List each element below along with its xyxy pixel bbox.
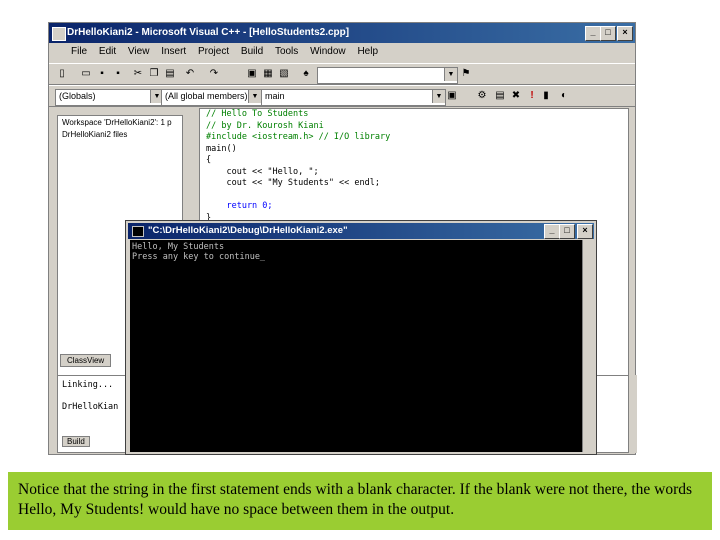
- tab-build[interactable]: Build: [62, 436, 90, 447]
- menu-edit[interactable]: Edit: [99, 43, 116, 61]
- chevron-down-icon[interactable]: ▼: [444, 68, 457, 81]
- redo-icon[interactable]: ↷: [207, 67, 221, 81]
- minimize-button[interactable]: _: [585, 26, 601, 41]
- find-combo[interactable]: ▼: [317, 67, 458, 84]
- undo-icon[interactable]: ↶: [183, 67, 197, 81]
- output-scrollbar[interactable]: [629, 375, 637, 453]
- console-icon[interactable]: [132, 226, 144, 237]
- output-line: DrHelloKian: [62, 402, 119, 412]
- scope-combo[interactable]: (Globals) ▼: [55, 89, 164, 106]
- menu-help[interactable]: Help: [357, 43, 378, 61]
- menu-window[interactable]: Window: [310, 43, 346, 61]
- code-line: cout << "My Students" << endl;: [206, 178, 380, 188]
- output-line: Linking...: [62, 380, 114, 390]
- ide-title: DrHelloKiani2 - Microsoft Visual C++ - […: [67, 27, 350, 38]
- standard-toolbar: ▯ ▭ ▪ ▪ ✂ ❐ ▤ ↶ ↷ ▣ ▦ ▧ ♠ ▼ ⚑: [49, 63, 635, 85]
- menu-view[interactable]: View: [128, 43, 150, 61]
- maximize-button[interactable]: □: [600, 26, 616, 41]
- code-line: cout << "Hello, ";: [206, 166, 319, 177]
- console-output[interactable]: Hello, My Students Press any key to cont…: [130, 240, 582, 452]
- menu-tools[interactable]: Tools: [275, 43, 298, 61]
- function-combo[interactable]: main ▼: [261, 89, 446, 106]
- console-window: "C:\DrHelloKiani2\Debug\DrHelloKiani2.ex…: [125, 220, 597, 455]
- build-icon[interactable]: ▤: [493, 89, 507, 103]
- wizard-toolbar: (Globals) ▼ (All global members) ▼ main ▼ ▣…: [49, 85, 635, 107]
- console-close-button[interactable]: ×: [577, 224, 593, 239]
- console-line: Press any key to continue_: [132, 252, 266, 262]
- workspace-files[interactable]: DrHelloKiani2 files: [62, 130, 127, 139]
- code-line: #include <iostream.h> // I/O library: [206, 132, 391, 142]
- compile-icon[interactable]: ⚙: [475, 89, 489, 103]
- console-maximize-button[interactable]: □: [559, 224, 575, 239]
- open-icon[interactable]: ▭: [79, 67, 93, 81]
- code-line: // Hello To Students: [206, 109, 309, 119]
- find-icon[interactable]: ⚑: [459, 67, 473, 81]
- code-line: // by Dr. Kourosh Kiani: [206, 120, 324, 131]
- stop-build-icon[interactable]: ✖: [509, 89, 523, 103]
- workspace-icon[interactable]: ▣: [245, 67, 259, 81]
- ide-title-bar[interactable]: DrHelloKiani2 - Microsoft Visual C++ - […: [49, 23, 635, 43]
- window-list-icon[interactable]: ▧: [277, 67, 291, 81]
- code-line: main(): [206, 143, 237, 154]
- app-icon[interactable]: [52, 27, 66, 41]
- workspace-root[interactable]: Workspace 'DrHelloKiani2': 1 p: [62, 118, 172, 127]
- find-in-files-icon[interactable]: ♠: [299, 67, 313, 81]
- breakpoint-icon[interactable]: ◐: [557, 89, 571, 103]
- scope-value: (Globals): [59, 91, 96, 101]
- save-all-icon[interactable]: ▪: [111, 67, 125, 81]
- members-combo[interactable]: (All global members) ▼: [161, 89, 262, 106]
- menu-insert[interactable]: Insert: [161, 43, 186, 61]
- chevron-down-icon[interactable]: ▼: [432, 90, 445, 103]
- members-value: (All global members): [165, 91, 248, 101]
- execute-icon[interactable]: !: [525, 89, 539, 103]
- close-button[interactable]: ×: [617, 26, 633, 41]
- function-value: main: [265, 91, 285, 101]
- new-file-icon[interactable]: ▯: [55, 67, 69, 81]
- chevron-down-icon[interactable]: ▼: [248, 90, 261, 103]
- wizard-action-icon[interactable]: ▣: [445, 89, 459, 103]
- menu-build[interactable]: Build: [241, 43, 263, 61]
- console-minimize-button[interactable]: _: [544, 224, 560, 239]
- cut-icon[interactable]: ✂: [131, 67, 145, 81]
- paste-icon[interactable]: ▤: [163, 67, 177, 81]
- console-title-bar[interactable]: "C:\DrHelloKiani2\Debug\DrHelloKiani2.ex…: [128, 223, 594, 239]
- save-icon[interactable]: ▪: [95, 67, 109, 81]
- console-line: Hello, My Students: [132, 242, 225, 252]
- copy-icon[interactable]: ❐: [147, 67, 161, 81]
- go-icon[interactable]: ▮: [539, 89, 553, 103]
- console-scrollbar[interactable]: [582, 240, 594, 452]
- code-line: return 0;: [206, 201, 273, 211]
- tab-classview[interactable]: ClassView: [60, 354, 112, 367]
- menu-project[interactable]: Project: [198, 43, 229, 61]
- menu-file[interactable]: File: [71, 43, 87, 61]
- output-icon[interactable]: ▦: [261, 67, 275, 81]
- code-line: {: [206, 155, 212, 165]
- console-title: "C:\DrHelloKiani2\Debug\DrHelloKiani2.ex…: [148, 225, 348, 236]
- caption-text: Notice that the string in the first stat…: [18, 481, 693, 518]
- caption-box: Notice that the string in the first stat…: [8, 472, 712, 530]
- code-text: // Hello To Students // by Dr. Kourosh K…: [206, 109, 390, 224]
- menu-bar: File Edit View Insert Project Build Tool…: [49, 43, 635, 61]
